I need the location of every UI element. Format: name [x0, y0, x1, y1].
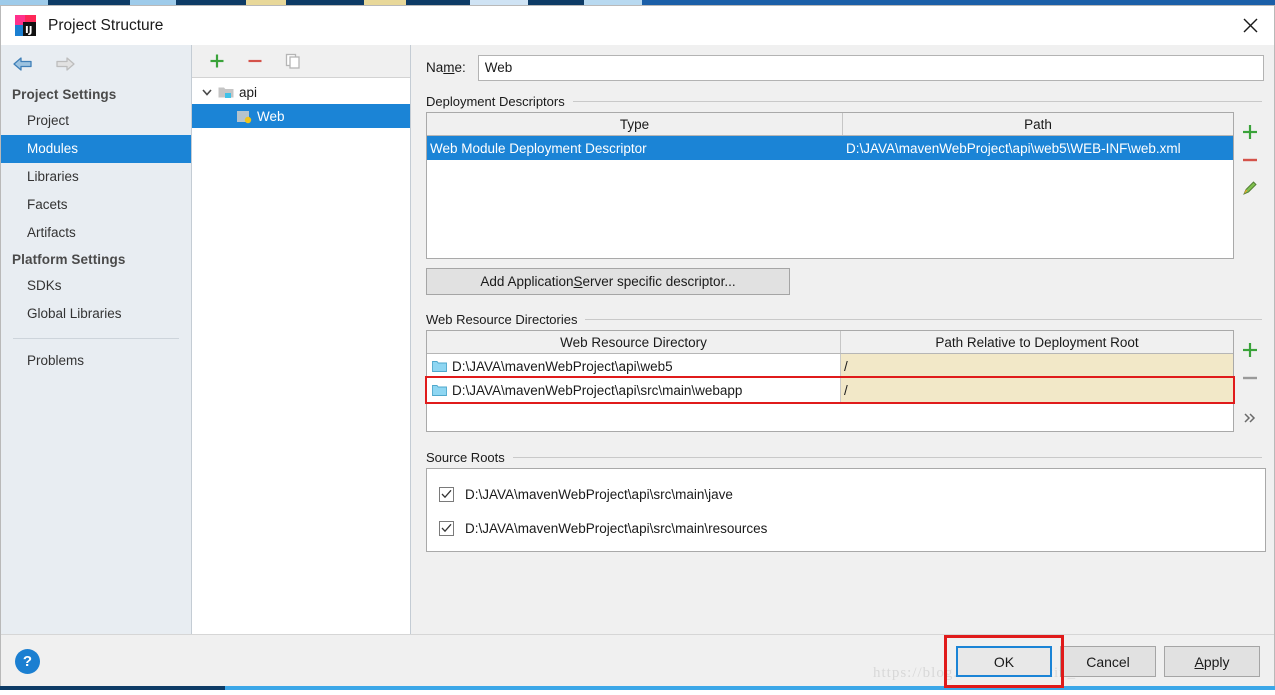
remove-module-button[interactable] [244, 50, 266, 72]
taskbar-segment-left [0, 686, 225, 690]
tree-node-label: Web [257, 108, 285, 124]
module-name-input[interactable] [477, 54, 1264, 81]
source-root-checkbox[interactable] [439, 486, 454, 502]
column-header-web-resource-directory[interactable]: Web Resource Directory [427, 331, 841, 353]
add-web-resource-button[interactable] [1237, 336, 1263, 364]
module-name-label: Name: [426, 60, 466, 75]
module-folder-icon [216, 85, 236, 100]
project-structure-dialog: IJ Project Structure Project Settings Pr… [0, 5, 1275, 689]
table-header-row: Type Path [427, 113, 1233, 136]
sidebar-section-project-settings: Project Settings [12, 87, 117, 102]
sidebar-item-sdks[interactable]: SDKs [1, 272, 191, 300]
tree-node-label: api [239, 84, 258, 100]
cell-web-resource-directory: D:\JAVA\mavenWebProject\api\src\main\web… [427, 378, 841, 402]
sidebar-section-platform-settings: Platform Settings [12, 252, 126, 267]
module-settings-panel: Name: Deployment Descriptors Type Path W… [411, 45, 1274, 634]
list-item[interactable]: D:\JAVA\mavenWebProject\api\src\main\res… [427, 511, 1265, 545]
folder-icon [432, 384, 447, 397]
deployment-descriptors-block: Type Path Web Module Deployment Descript… [418, 112, 1266, 259]
sidebar-item-global-libraries[interactable]: Global Libraries [1, 300, 191, 328]
cell-text: D:\JAVA\mavenWebProject\api\web5 [452, 358, 673, 374]
back-arrow-icon[interactable] [9, 52, 37, 76]
list-item[interactable]: D:\JAVA\mavenWebProject\api\src\main\jav… [427, 477, 1265, 511]
dialog-titlebar: IJ Project Structure [1, 6, 1274, 45]
cell-type: Web Module Deployment Descriptor [430, 140, 647, 156]
source-roots-caption: Source Roots [418, 446, 1266, 468]
sidebar-item-project[interactable]: Project [1, 107, 191, 135]
web-resource-directories-block: Web Resource Directory Path Relative to … [418, 330, 1266, 432]
sidebar-item-modules[interactable]: Modules [1, 135, 191, 163]
source-roots-caption-text: Source Roots [426, 449, 505, 465]
sidebar-item-libraries[interactable]: Libraries [1, 163, 191, 191]
caption-rule [585, 318, 1262, 320]
cell-relative-path: / [841, 354, 1233, 378]
column-header-type[interactable]: Type [427, 113, 843, 135]
taskbar-segment-right [225, 686, 1275, 690]
tree-node-web[interactable]: Web [192, 104, 410, 128]
folder-icon [432, 360, 447, 373]
web-facet-icon [234, 109, 254, 124]
remove-web-resource-button [1237, 364, 1263, 392]
ok-button-wrapper: OK [944, 635, 1064, 688]
edit-descriptor-button[interactable] [1237, 174, 1263, 202]
sidebar-item-facets[interactable]: Facets [1, 191, 191, 219]
caption-rule [512, 456, 1262, 458]
ok-button[interactable]: OK [956, 646, 1052, 677]
dialog-title: Project Structure [48, 16, 164, 34]
add-descriptor-button[interactable] [1237, 118, 1263, 146]
column-header-path-relative[interactable]: Path Relative to Deployment Root [841, 331, 1233, 353]
help-question-icon[interactable]: ? [15, 649, 40, 674]
table-header-row: Web Resource Directory Path Relative to … [427, 331, 1233, 354]
cancel-button[interactable]: Cancel [1060, 646, 1156, 677]
tree-node-api[interactable]: api [192, 80, 410, 104]
deployment-descriptors-toolbar [1234, 112, 1266, 259]
desktop-bottom-strip [0, 686, 1275, 695]
module-tree-toolbar [192, 45, 410, 78]
add-module-button[interactable] [206, 50, 228, 72]
dialog-action-buttons: OK Cancel Apply [944, 635, 1260, 688]
web-resource-directories-toolbar [1234, 330, 1266, 432]
module-name-row: Name: [418, 45, 1266, 90]
source-root-path: D:\JAVA\mavenWebProject\api\src\main\res… [465, 520, 768, 536]
source-roots-list: D:\JAVA\mavenWebProject\api\src\main\jav… [426, 468, 1266, 552]
close-icon[interactable] [1226, 6, 1274, 44]
sidebar-divider [13, 338, 179, 339]
forward-arrow-icon [51, 52, 79, 76]
sidebar-nav-arrows [1, 45, 191, 82]
deployment-descriptors-caption: Deployment Descriptors [418, 90, 1266, 112]
caption-rule [572, 100, 1262, 102]
module-tree-list: api Web [192, 78, 410, 634]
web-resource-directories-caption-text: Web Resource Directories [426, 311, 578, 327]
chevron-down-icon[interactable] [198, 86, 216, 98]
deployment-descriptors-caption-text: Deployment Descriptors [426, 93, 565, 109]
sidebar-item-problems[interactable]: Problems [1, 347, 191, 375]
sidebar-item-artifacts[interactable]: Artifacts [1, 219, 191, 247]
table-row[interactable]: D:\JAVA\mavenWebProject\api\src\main\web… [425, 376, 1235, 404]
cell-path: D:\JAVA\mavenWebProject\api\web5\WEB-INF… [846, 140, 1181, 156]
deployment-descriptors-table[interactable]: Type Path Web Module Deployment Descript… [426, 112, 1234, 259]
dialog-footer: ? https://blog.csdn.net/weixin_34116857 … [1, 634, 1274, 688]
copy-module-button[interactable] [282, 50, 304, 72]
web-resource-directories-caption: Web Resource Directories [418, 308, 1266, 330]
table-row[interactable]: Web Module Deployment Descriptor D:\JAVA… [427, 136, 1233, 160]
svg-text:IJ: IJ [25, 25, 32, 36]
cell-text: D:\JAVA\mavenWebProject\api\src\main\web… [452, 382, 743, 398]
module-tree-pane: api Web [192, 45, 411, 634]
column-header-path[interactable]: Path [843, 113, 1233, 135]
add-application-server-descriptor-button[interactable]: Add Application Server specific descript… [426, 268, 790, 295]
cell-web-resource-directory: D:\JAVA\mavenWebProject\api\web5 [427, 354, 841, 378]
apply-button[interactable]: Apply [1164, 646, 1260, 677]
table-row[interactable]: D:\JAVA\mavenWebProject\api\web5 / [427, 354, 1233, 378]
web-resource-directories-table[interactable]: Web Resource Directory Path Relative to … [425, 330, 1235, 432]
chevron-right-double-icon[interactable] [1237, 404, 1263, 432]
cell-relative-path: / [841, 378, 1233, 402]
remove-descriptor-button[interactable] [1237, 146, 1263, 174]
source-root-path: D:\JAVA\mavenWebProject\api\src\main\jav… [465, 486, 733, 502]
source-root-checkbox[interactable] [439, 520, 454, 536]
settings-sidebar: Project Settings Project Modules Librari… [1, 45, 192, 634]
intellij-idea-icon: IJ [15, 15, 36, 36]
